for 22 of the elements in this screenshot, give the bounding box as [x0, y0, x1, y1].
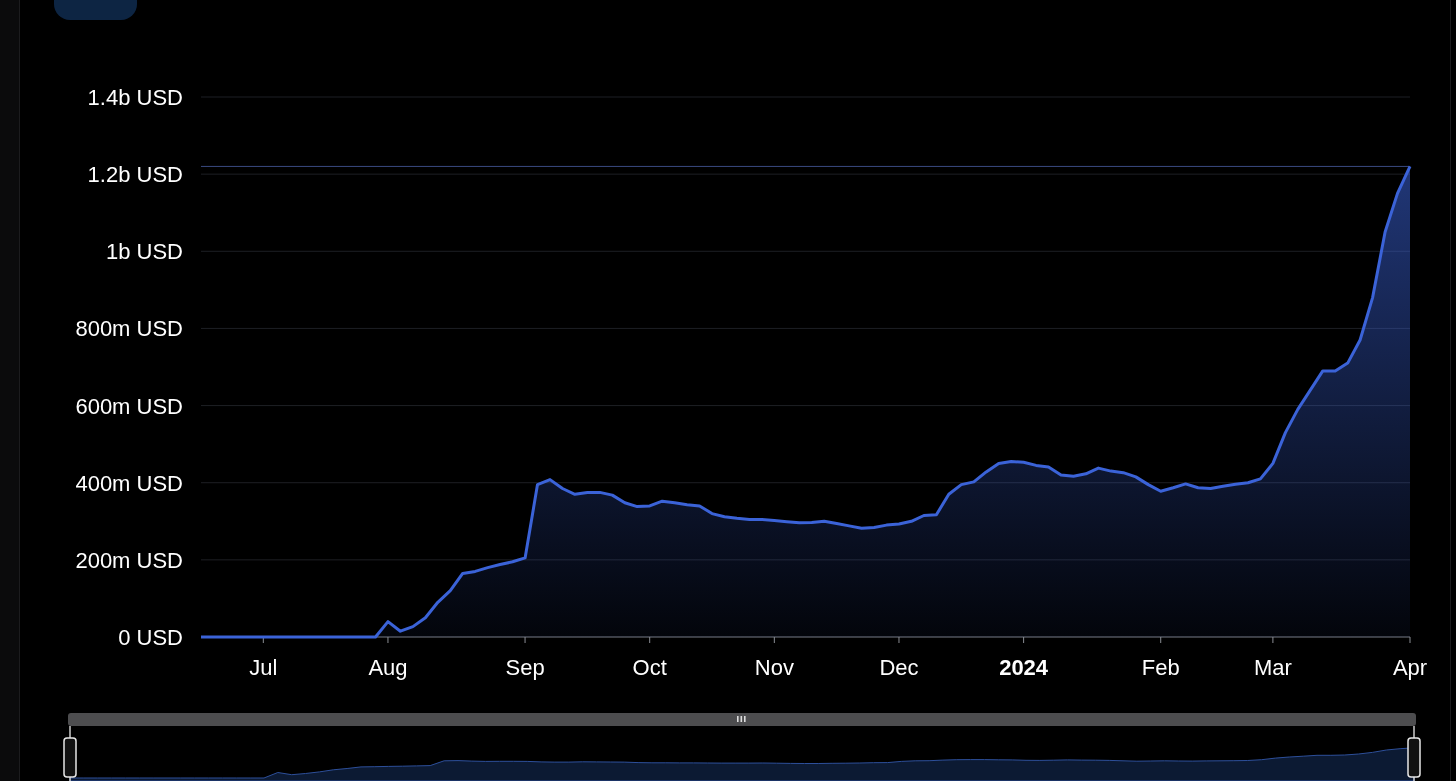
- slider-bar[interactable]: [68, 713, 1416, 726]
- x-axis-label: Nov: [754, 655, 794, 680]
- x-axis-label: Aug: [368, 655, 408, 680]
- slider-handle[interactable]: [63, 725, 77, 781]
- x-axis-label: Feb: [1141, 655, 1180, 680]
- x-axis-label: Apr: [1392, 655, 1428, 680]
- y-axis-label: 1.4b USD: [87, 85, 183, 110]
- y-axis-label: 400m USD: [75, 470, 183, 496]
- y-axis-label: 200m USD: [75, 547, 183, 573]
- x-axis-label: Sep: [505, 655, 545, 680]
- y-axis-label: 1b USD: [105, 239, 183, 265]
- y-axis-label: 800m USD: [75, 316, 183, 342]
- grip-icon[interactable]: [737, 716, 746, 722]
- x-axis-label: Mar: [1253, 655, 1292, 680]
- x-axis-label: 2024: [999, 655, 1049, 680]
- x-axis-label: Dec: [879, 655, 919, 680]
- y-axis-label: 600m USD: [75, 393, 183, 419]
- y-axis-label: 0 USD: [118, 625, 183, 650]
- y-axis-label: 1.2b USD: [87, 162, 183, 188]
- slider-handle[interactable]: [1407, 725, 1421, 781]
- x-axis-label: Oct: [632, 655, 667, 680]
- x-axis-label: Jul: [249, 655, 278, 680]
